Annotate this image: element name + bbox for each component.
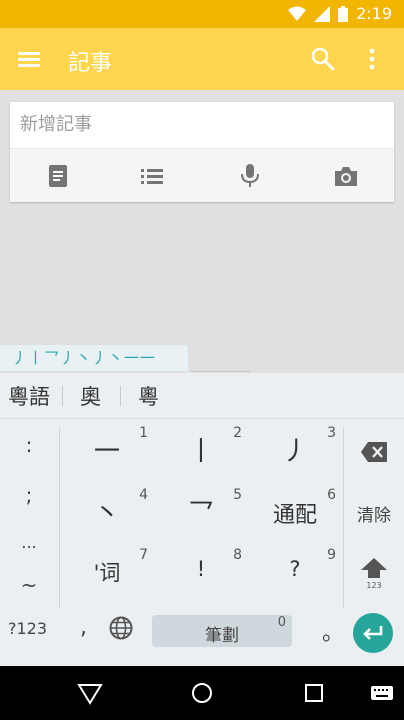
list-note-icon[interactable] bbox=[138, 163, 166, 189]
note-type-bar bbox=[10, 149, 394, 202]
stroke-sequence: 丿丨乛丿丶丿丶一一 bbox=[0, 345, 188, 371]
stroke-key-number: 8 bbox=[233, 547, 242, 563]
menu-icon bbox=[18, 52, 40, 55]
comma-key[interactable]: , bbox=[80, 615, 87, 640]
tilde-key[interactable]: ~ bbox=[0, 573, 58, 597]
navigation-bar bbox=[0, 666, 404, 720]
keyboard-divider bbox=[0, 418, 404, 419]
shift-key-label: 123 bbox=[366, 581, 382, 590]
keyboard-switch-icon[interactable] bbox=[368, 680, 396, 706]
symbols-key[interactable]: ?123 bbox=[8, 619, 47, 638]
menu-icon-bar bbox=[18, 58, 40, 61]
page-title: 記事 bbox=[68, 51, 113, 76]
stroke-key-number: 2 bbox=[233, 425, 242, 441]
battery-icon bbox=[338, 5, 349, 22]
globe-icon[interactable] bbox=[108, 615, 134, 641]
stroke-key[interactable]: 丿 3 bbox=[248, 421, 342, 479]
camera-icon[interactable] bbox=[332, 163, 360, 189]
ellipsis-key[interactable]: ... bbox=[0, 533, 58, 552]
space-key-number: 0 bbox=[277, 615, 286, 630]
text-note-icon[interactable] bbox=[44, 163, 72, 189]
stroke-key-number: 4 bbox=[139, 487, 148, 503]
menu-icon-bar bbox=[18, 64, 40, 67]
new-note-input[interactable] bbox=[10, 102, 394, 146]
wildcard-key[interactable]: 通配 6 bbox=[248, 483, 342, 541]
period-key[interactable]: 。 bbox=[322, 615, 344, 647]
backspace-icon[interactable] bbox=[360, 441, 388, 463]
stroke-key[interactable]: 丶 4 bbox=[60, 483, 154, 541]
semicolon-key[interactable]: ; bbox=[0, 483, 58, 507]
clear-key[interactable]: 清除 bbox=[344, 501, 404, 526]
keyboard-bottom-row: ?123 , 筆劃 0 。 bbox=[0, 605, 404, 665]
stroke-key[interactable]: 丨 2 bbox=[154, 421, 248, 479]
space-key[interactable]: 筆劃 0 bbox=[152, 615, 292, 647]
stroke-key[interactable]: 乛 5 bbox=[154, 483, 248, 541]
home-icon[interactable] bbox=[188, 680, 216, 706]
shift-key[interactable]: 123 bbox=[344, 557, 404, 601]
status-icons: 2:19 bbox=[288, 4, 392, 23]
app-toolbar: 記事 bbox=[0, 28, 404, 90]
wifi-icon bbox=[288, 6, 307, 21]
stroke-key[interactable]: 一 1 bbox=[60, 421, 154, 479]
new-note-card bbox=[10, 102, 394, 202]
enter-key[interactable] bbox=[353, 613, 393, 653]
stroke-key-number: 3 bbox=[327, 425, 336, 441]
exclamation-key[interactable]: ! 8 bbox=[154, 543, 248, 601]
stroke-key-number: 9 bbox=[327, 547, 336, 563]
signal-icon bbox=[314, 5, 331, 22]
colon-key[interactable]: : bbox=[0, 433, 58, 457]
space-key-label: 筆劃 bbox=[205, 626, 239, 646]
menu-button[interactable] bbox=[18, 47, 44, 71]
stroke-key-number: 5 bbox=[233, 487, 242, 503]
suggestion-item[interactable]: 粵語 bbox=[8, 381, 50, 411]
association-key[interactable]: '词 7 bbox=[60, 543, 154, 601]
suggestion-separator bbox=[62, 386, 63, 406]
shift-up-icon bbox=[361, 558, 387, 578]
more-options-icon[interactable] bbox=[362, 46, 382, 72]
suggestion-item[interactable]: 奧 bbox=[80, 381, 101, 411]
microphone-icon[interactable] bbox=[236, 163, 264, 189]
status-bar: 2:19 bbox=[0, 0, 404, 28]
recents-icon[interactable] bbox=[300, 680, 328, 706]
suggestion-separator bbox=[120, 386, 121, 406]
strip-divider bbox=[190, 371, 250, 372]
search-icon[interactable] bbox=[310, 46, 336, 72]
stroke-key-number: 6 bbox=[327, 487, 336, 503]
stroke-key-number: 7 bbox=[139, 547, 148, 563]
back-icon[interactable] bbox=[76, 680, 104, 706]
suggestion-item[interactable]: 粵 bbox=[138, 381, 159, 411]
enter-icon bbox=[363, 626, 383, 640]
stroke-keyboard: 粵語 奧 粵 : ; ... ~ 一 1 丨 2 丿 3 丶 4 乛 5 通配 … bbox=[0, 373, 404, 666]
stroke-input-strip: 丿丨乛丿丶丿丶一一 bbox=[0, 345, 404, 373]
suggestion-bar: 粵語 奧 粵 bbox=[0, 373, 404, 418]
stroke-key-number: 1 bbox=[139, 425, 148, 441]
question-key[interactable]: ? 9 bbox=[248, 543, 342, 601]
status-time: 2:19 bbox=[356, 4, 392, 23]
